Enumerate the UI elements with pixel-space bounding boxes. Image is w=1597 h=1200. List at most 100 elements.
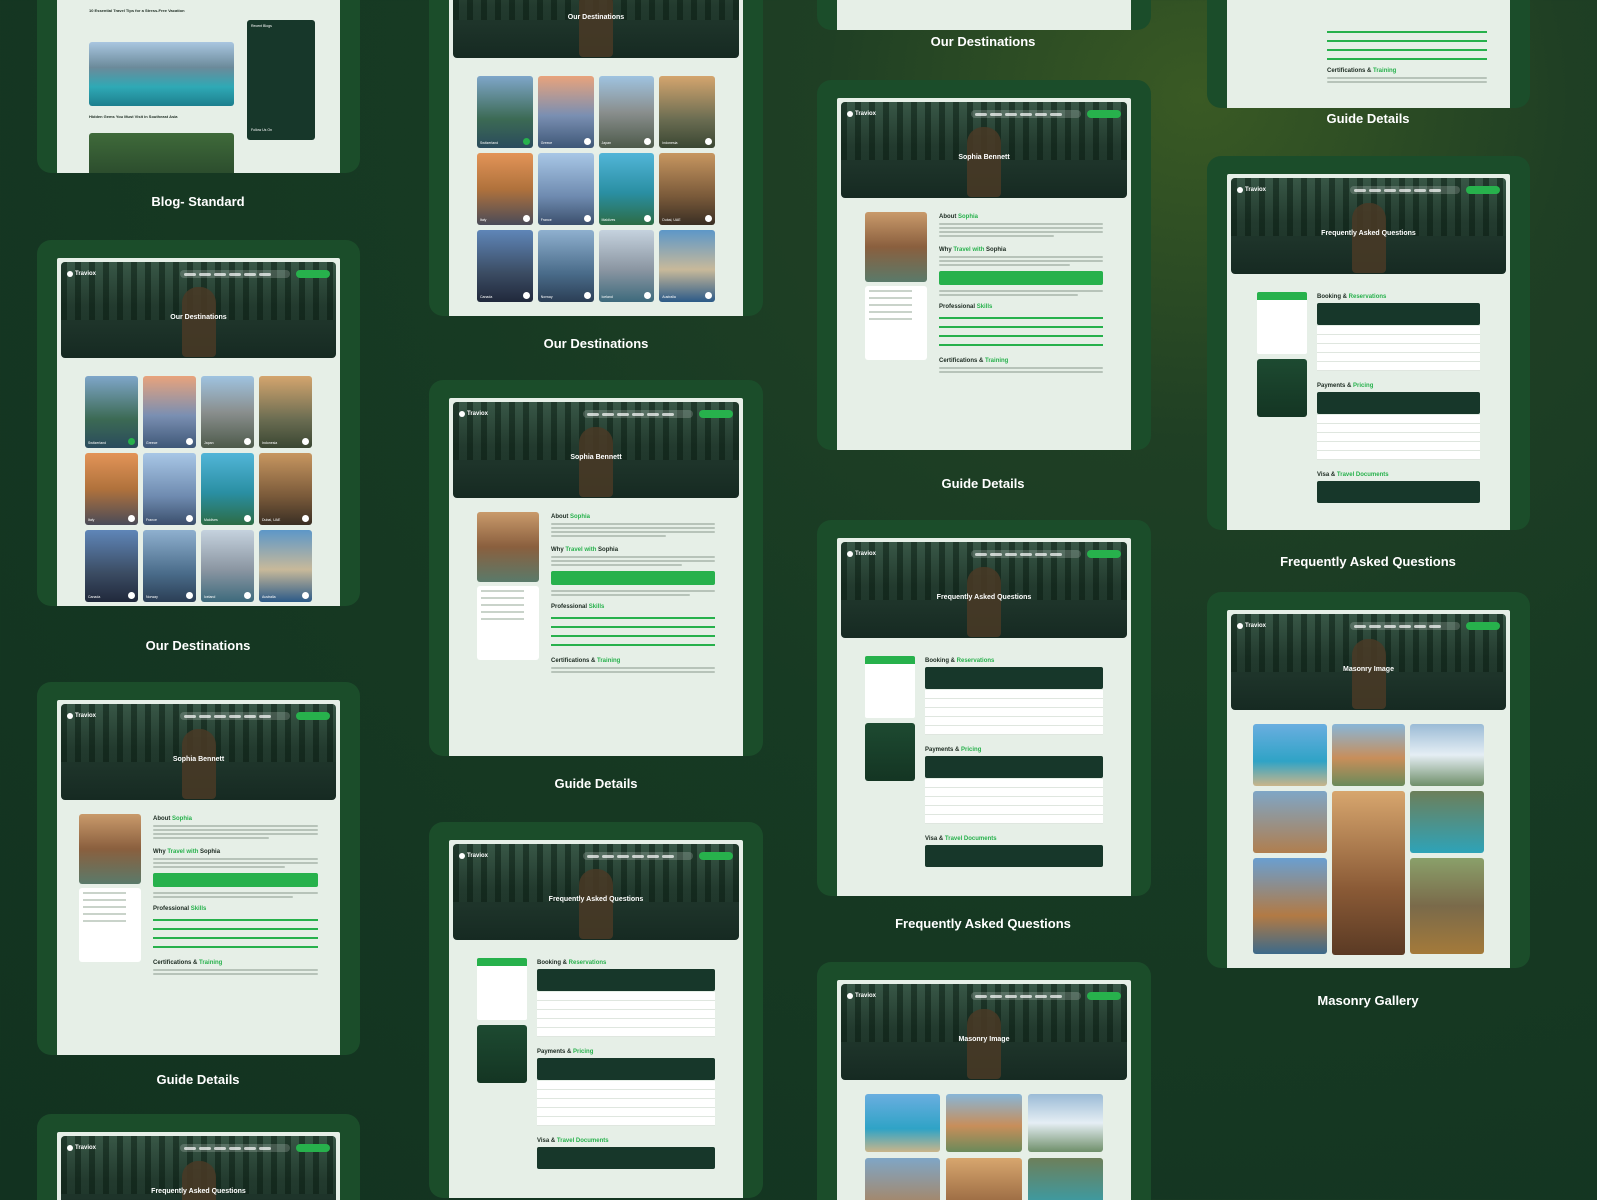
gallery-image[interactable] [1027,1094,1103,1152]
faq-item[interactable] [537,1108,715,1117]
brand-logo: Traviox [67,713,96,719]
destination-tile[interactable]: Italy [85,453,138,525]
card-faq-1[interactable]: Traviox Frequently Asked Questions [37,1114,360,1200]
destination-tile[interactable]: Japan [598,76,655,148]
faq-item[interactable] [537,1010,715,1019]
card-our-destinations-3[interactable] [817,0,1151,30]
faq-item[interactable] [925,726,1103,735]
faq-item[interactable] [537,1019,715,1028]
destination-tile[interactable]: Japan [201,376,254,448]
faq-item[interactable] [925,717,1103,726]
payments-heading: Payments & Pricing [1317,383,1374,389]
gallery-image[interactable] [865,1158,941,1200]
faq-item[interactable] [925,779,1103,788]
destination-tile[interactable]: Italy [477,153,533,225]
faq-item[interactable] [1317,424,1480,433]
gallery-image[interactable] [1410,858,1484,954]
card-faq-4[interactable]: Traviox Frequently Asked Questions Booki… [1207,156,1530,530]
destination-tile[interactable]: Australia [259,530,312,602]
faq-open-item[interactable] [537,1147,715,1169]
faq-item[interactable] [537,1081,715,1090]
faq-item[interactable] [925,797,1103,806]
gallery-image[interactable] [1331,724,1406,786]
destination-tile[interactable]: Indonesia [659,76,715,148]
faq-open-item[interactable] [925,667,1103,689]
faq-item[interactable] [537,1117,715,1126]
faq-item[interactable] [1317,335,1480,344]
gallery-image[interactable] [1410,791,1484,853]
destination-tile[interactable]: Norway [537,230,594,302]
card-masonry-1[interactable]: Traviox Masonry Image [817,962,1151,1200]
faq-item[interactable] [925,815,1103,824]
destination-tile[interactable]: Maldives [598,153,655,225]
label-faq-4: Frequently Asked Questions [1280,554,1456,569]
gallery-image[interactable] [1027,1158,1103,1200]
faq-item[interactable] [1317,362,1480,371]
destination-tile[interactable]: Switzerland [477,76,533,148]
destination-tile[interactable]: Greece [537,76,594,148]
faq-item[interactable] [925,806,1103,815]
gallery-image[interactable] [1253,724,1327,786]
faq-item[interactable] [925,699,1103,708]
faq-item[interactable] [925,690,1103,699]
destination-tile[interactable]: Canada [477,230,533,302]
faq-open-item[interactable] [537,969,715,991]
card-guide-details-4[interactable]: Certifications & Training [1207,0,1530,108]
gallery-image[interactable] [1410,724,1484,786]
destination-tile[interactable]: Switzerland [85,376,138,448]
destination-tile[interactable]: Iceland [598,230,655,302]
faq-open-item[interactable] [1317,481,1480,503]
faq-item[interactable] [1317,415,1480,424]
card-faq-3[interactable]: Traviox Frequently Asked Questions Booki… [817,520,1151,896]
faq-item[interactable] [537,1099,715,1108]
faq-open-item[interactable] [1317,303,1480,325]
gallery-image[interactable] [1253,791,1327,853]
destination-tile[interactable]: Dubai, UAE [659,153,715,225]
card-masonry-2[interactable]: Traviox Masonry Image [1207,592,1530,968]
card-guide-details-1[interactable]: Traviox Sophia Bennett About Sophia Why … [37,682,360,1055]
brand-logo: Traviox [459,853,488,859]
destination-tile[interactable]: Canada [85,530,138,602]
destination-tile[interactable]: Iceland [201,530,254,602]
gallery-image[interactable] [1331,791,1406,955]
card-blog-standard[interactable]: 10 Essential Travel Tips for a Stress-Fr… [37,0,360,173]
destination-tile[interactable]: Maldives [201,453,254,525]
faq-open-item[interactable] [537,1058,715,1080]
gallery-image[interactable] [946,1158,1022,1200]
destination-tile[interactable]: Dubai, UAE [259,453,312,525]
faq-item[interactable] [925,788,1103,797]
gallery-image[interactable] [1253,858,1327,954]
faq-item[interactable] [1317,442,1480,451]
hero-title: Sophia Bennett [958,154,1010,161]
card-guide-details-2[interactable]: Traviox Sophia Bennett About Sophia Why … [429,380,763,756]
faq-item[interactable] [1317,344,1480,353]
faq-item[interactable] [537,992,715,1001]
preview-faq: Traviox Frequently Asked Questions Booki… [1227,174,1510,530]
faq-item[interactable] [1317,451,1480,460]
destination-tile[interactable]: Australia [659,230,715,302]
guide-content: About Sophia Why Travel with Sophia Prof… [57,800,340,991]
gallery-image[interactable] [865,1094,941,1152]
faq-item[interactable] [1317,433,1480,442]
destination-tile[interactable]: France [143,453,196,525]
card-our-destinations-2[interactable]: Our Destinations Switzerland Greece Japa… [429,0,763,316]
faq-item[interactable] [537,1090,715,1099]
destination-tile[interactable]: Greece [143,376,196,448]
destination-tile[interactable]: France [537,153,594,225]
card-guide-details-3[interactable]: Traviox Sophia Bennett About Sophia Why … [817,80,1151,450]
guide-contact-card [865,286,927,360]
faq-open-item[interactable] [925,845,1103,867]
faq-item[interactable] [1317,353,1480,362]
faq-item[interactable] [537,1001,715,1010]
faq-open-item[interactable] [925,756,1103,778]
faq-item[interactable] [1317,326,1480,335]
card-our-destinations-1[interactable]: Traviox Our Destinations Switzerland Gre… [37,240,360,606]
faq-item[interactable] [925,708,1103,717]
why-heading: Why Travel with Sophia [939,247,1007,253]
gallery-image[interactable] [946,1094,1022,1152]
destination-tile[interactable]: Indonesia [259,376,312,448]
faq-item[interactable] [537,1028,715,1037]
destination-tile[interactable]: Norway [143,530,196,602]
faq-open-item[interactable] [1317,392,1480,414]
card-faq-2[interactable]: Traviox Frequently Asked Questions Booki… [429,822,763,1198]
